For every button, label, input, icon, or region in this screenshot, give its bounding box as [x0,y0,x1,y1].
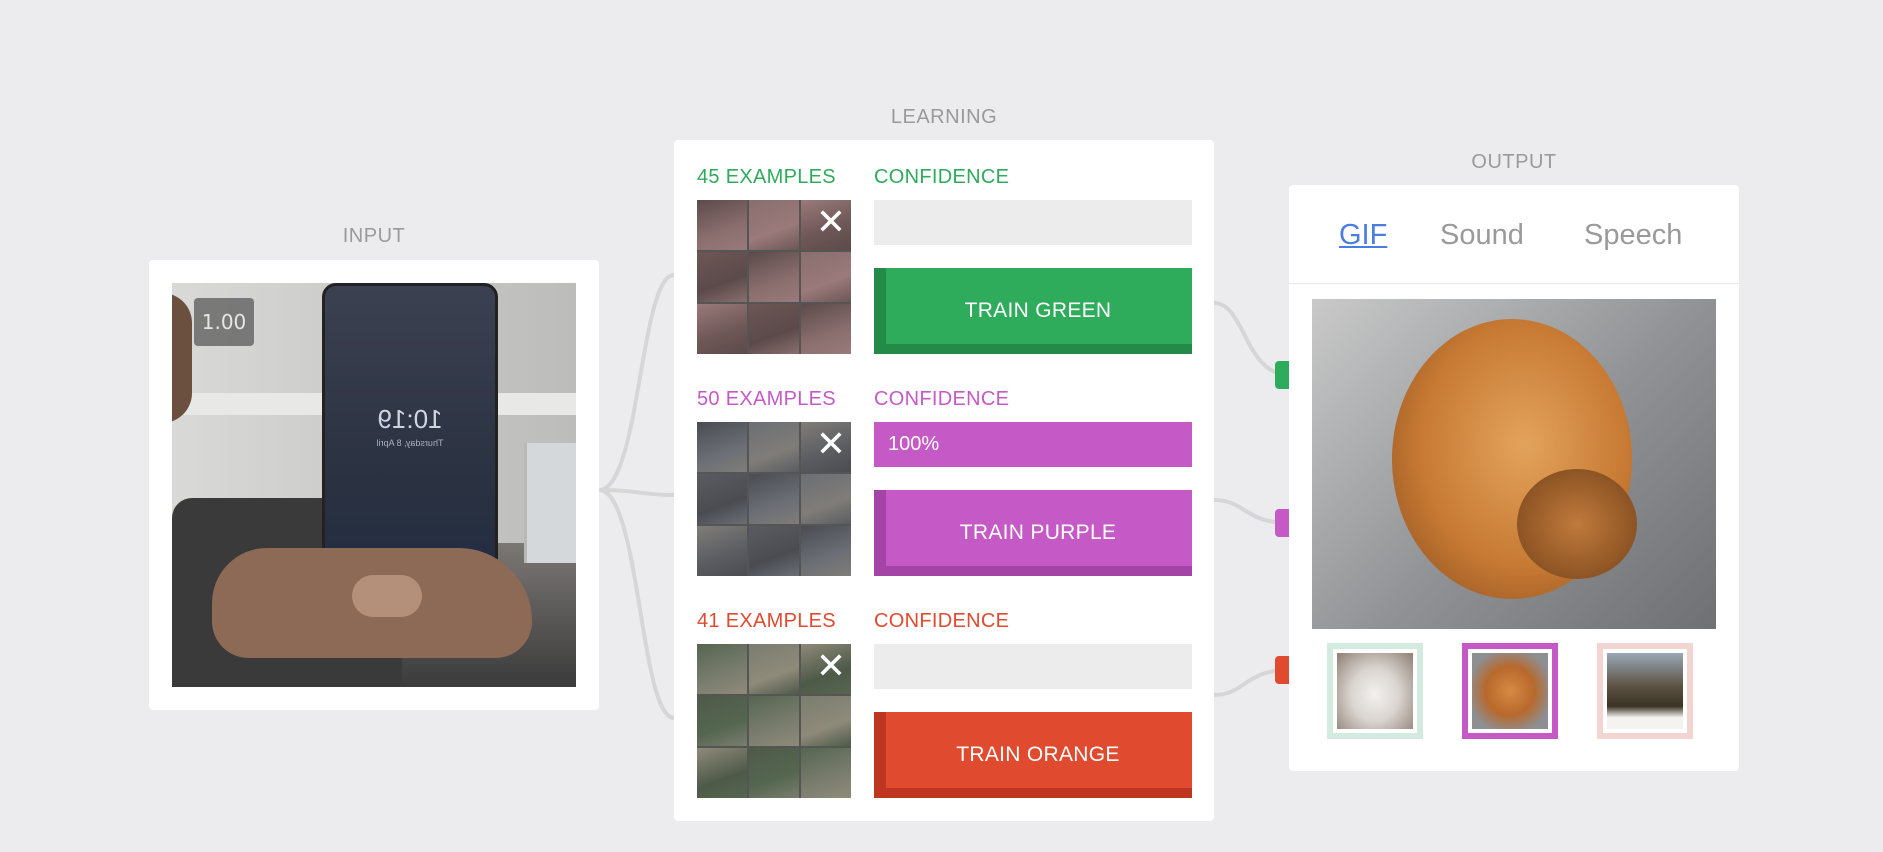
phone-date: Thursday, 8 April [376,438,444,448]
confidence-value: 100% [888,433,940,455]
example-thumbnail [697,252,747,302]
input-panel: 10:19 Thursday, 8 April 1.00 [149,260,599,710]
class-orange: 41 EXAMPLES CONFIDENCE ✕ TRAIN ORANGE [697,584,1193,798]
confidence-bar: 100% [874,422,1192,467]
example-count: 45 EXAMPLES [697,166,836,188]
output-panel: GIF Sound Speech [1289,185,1739,771]
learning-panel: 45 EXAMPLES CONFIDENCE ✕ TRAIN GREEN 50 … [674,140,1214,821]
example-thumbnail [749,696,799,746]
example-thumbnail [801,748,851,798]
confidence-label: CONFIDENCE [874,166,1010,188]
gif-thumbnails [1289,643,1739,751]
clear-examples-button[interactable]: ✕ [813,204,849,240]
example-thumbnail [697,644,747,694]
webcam-window [524,443,576,563]
tab-speech[interactable]: Speech [1584,219,1682,252]
example-thumbnail [801,526,851,576]
confidence-label: CONFIDENCE [874,610,1010,632]
example-thumbnail [697,526,747,576]
gif-preview [1312,299,1716,629]
confidence-label: CONFIDENCE [874,388,1010,410]
output-connector-orange [1275,656,1289,684]
webcam-feed: 10:19 Thursday, 8 April 1.00 [172,283,576,687]
cat-gif-thumb[interactable] [1327,643,1423,739]
train-purple-button[interactable]: TRAIN PURPLE [874,490,1192,576]
example-thumbnail [749,252,799,302]
output-connector-green [1275,361,1289,389]
class-purple: 50 EXAMPLES CONFIDENCE ✕ 100% TRAIN PURP… [697,362,1193,576]
example-thumbnail [749,474,799,524]
train-green-button[interactable]: TRAIN GREEN [874,268,1192,354]
webcam-thumb [352,575,422,617]
train-button-label: TRAIN PURPLE [959,521,1117,544]
phone-time: 10:19 [377,404,443,434]
example-count: 50 EXAMPLES [697,388,836,410]
train-button-label: TRAIN ORANGE [956,743,1120,766]
example-thumbnail [749,748,799,798]
example-thumbnail [749,644,799,694]
output-section-label: OUTPUT [1471,151,1557,173]
pomeranian-face [1517,469,1637,579]
example-thumbnail [749,422,799,472]
learning-section-label: LEARNING [890,106,998,128]
clear-examples-button[interactable]: ✕ [813,426,849,462]
class-green: 45 EXAMPLES CONFIDENCE ✕ TRAIN GREEN [697,140,1193,354]
tab-sound[interactable]: Sound [1440,219,1524,252]
bunny-gif-thumb[interactable] [1597,643,1693,739]
example-thumbnail [801,696,851,746]
example-thumbnail [697,696,747,746]
tab-gif[interactable]: GIF [1339,219,1387,252]
webcam-person-head [172,293,192,423]
train-button-label: TRAIN GREEN [964,299,1112,322]
example-thumbnail [749,200,799,250]
output-tabs: GIF Sound Speech [1289,185,1739,284]
train-orange-button[interactable]: TRAIN ORANGE [874,712,1192,798]
example-thumbnail [697,474,747,524]
confidence-bar [874,200,1192,245]
example-thumbnail [749,526,799,576]
example-thumbnail [801,304,851,354]
example-thumbnail [697,422,747,472]
input-section-label: INPUT [342,225,406,247]
example-thumbnail [749,304,799,354]
confidence-bar [874,644,1192,689]
example-thumbnail [697,748,747,798]
output-connector-purple [1275,509,1289,537]
example-count: 41 EXAMPLES [697,610,836,632]
example-thumbnail [801,252,851,302]
input-score-badge: 1.00 [194,298,254,346]
example-thumbnail [697,200,747,250]
example-thumbnail [801,474,851,524]
clear-examples-button[interactable]: ✕ [813,648,849,684]
dog-gif-thumb[interactable] [1462,643,1558,739]
example-thumbnail [697,304,747,354]
